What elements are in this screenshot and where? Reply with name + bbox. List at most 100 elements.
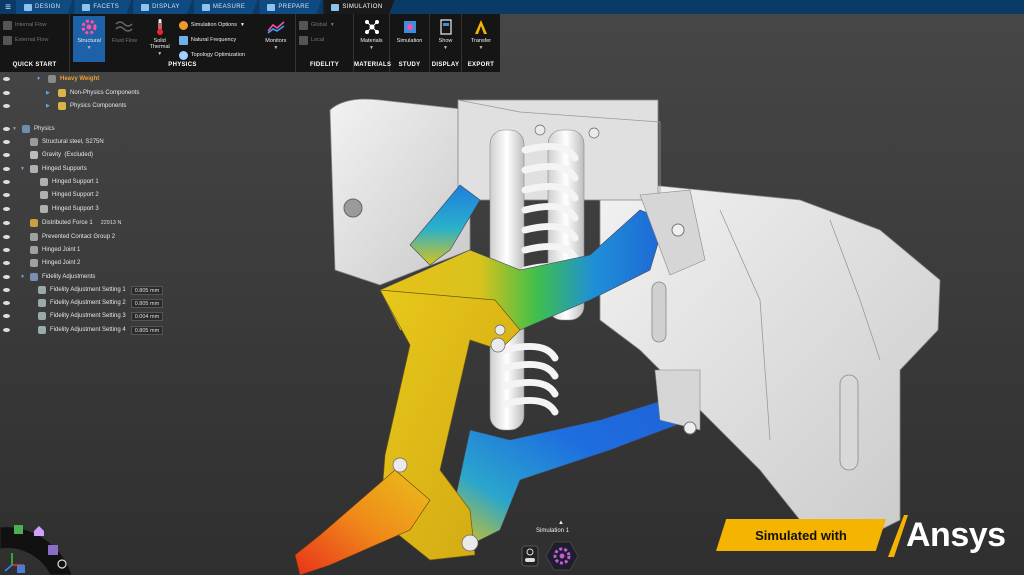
visibility-eye-icon[interactable] <box>3 180 10 184</box>
simulation-options-icon <box>178 20 188 30</box>
tree-item-non-physics[interactable]: ▶ Non-Physics Components <box>0 87 139 99</box>
tree-item-hinged-joint-1[interactable]: Hinged Joint 1 <box>0 244 80 256</box>
tree-item-gravity[interactable]: Gravity (Excluded) <box>0 149 93 161</box>
collapse-icon[interactable]: ▼ <box>20 166 25 172</box>
fidelity-setting-value[interactable]: 0.805 mm <box>130 298 164 308</box>
group-icon <box>58 89 66 97</box>
section-view-icon[interactable] <box>48 545 58 555</box>
tree-item-hinged-joint-2[interactable]: Hinged Joint 2 <box>0 257 80 269</box>
collapse-icon[interactable]: ▼ <box>12 126 17 132</box>
visibility-eye-icon[interactable] <box>3 288 10 292</box>
play-toggle-icon[interactable] <box>521 545 539 567</box>
home-view-icon[interactable] <box>34 526 44 536</box>
tree-item-hinged-supports[interactable]: ▼ Hinged Supports <box>0 163 87 175</box>
simulation-options-dropdown-icon[interactable]: ▼ <box>240 22 245 28</box>
ansys-brand-overlay: Simulated with Ansys <box>716 515 1024 559</box>
materials-dropdown-icon[interactable]: ▼ <box>369 45 374 51</box>
axis-triad-icon <box>4 553 25 573</box>
tree-item-physics-components[interactable]: ▶ Physics Components <box>0 100 126 112</box>
visibility-eye-icon[interactable] <box>3 248 10 252</box>
show-dropdown-icon[interactable]: ▼ <box>443 45 448 51</box>
visibility-eye-icon[interactable] <box>3 140 10 144</box>
tab-bar: ≡ DESIGN FACETS DISPLAY MEASURE PREPARE … <box>0 0 1024 14</box>
tree-item-material[interactable]: Structural steel, S275N <box>0 136 104 148</box>
ansys-slash-logo <box>888 515 908 557</box>
tree-item-fidelity-setting-2[interactable]: Fidelity Adjustment Setting 2 0.805 mm <box>0 297 164 309</box>
visibility-eye-icon[interactable] <box>3 301 10 305</box>
global-fidelity-button[interactable]: Global ▼ <box>299 19 335 31</box>
solid-thermal-button[interactable]: Solid Thermal ▼ <box>144 16 176 62</box>
visibility-eye-icon[interactable] <box>3 104 10 108</box>
visibility-eye-icon[interactable] <box>3 193 10 197</box>
fidelity-setting-value[interactable]: 0.004 mm <box>130 311 164 321</box>
transfer-dropdown-icon[interactable]: ▼ <box>479 45 484 51</box>
tree-item-fidelity-setting-3[interactable]: Fidelity Adjustment Setting 3 0.004 mm <box>0 310 164 322</box>
menu-icon[interactable]: ≡ <box>0 0 16 14</box>
visibility-eye-icon[interactable] <box>3 153 10 157</box>
natural-frequency-button[interactable]: Natural Frequency <box>178 34 257 46</box>
visibility-eye-icon[interactable] <box>3 328 10 332</box>
structural-dropdown-icon[interactable]: ▼ <box>87 45 92 51</box>
collapse-icon[interactable]: ▼ <box>36 76 41 82</box>
tree-item-hinged-support-2[interactable]: Hinged Support 2 <box>0 189 99 201</box>
tree-item-prevented-contact[interactable]: Prevented Contact Group 2 <box>0 231 115 243</box>
tab-display[interactable]: DISPLAY <box>133 0 192 14</box>
visibility-eye-icon[interactable] <box>3 261 10 265</box>
visibility-eye-icon[interactable] <box>3 207 10 211</box>
visibility-eye-icon[interactable] <box>3 314 10 318</box>
gravity-icon <box>30 151 38 159</box>
local-fidelity-button[interactable]: Local <box>299 34 335 46</box>
contact-icon <box>30 233 38 241</box>
topology-optimization-button[interactable]: Topology Optimization <box>178 49 257 61</box>
tree-item-physics[interactable]: ▼ Physics <box>0 123 55 135</box>
show-button[interactable]: Show ▼ <box>433 16 458 62</box>
expand-icon[interactable]: ▶ <box>46 90 50 96</box>
view-navigation-wheel[interactable] <box>0 517 75 575</box>
fidelity-icon <box>30 273 38 281</box>
simulation-gear-icon[interactable] <box>545 541 579 571</box>
materials-button[interactable]: Materials ▼ <box>357 16 386 62</box>
external-flow-button[interactable]: External Flow <box>3 34 48 46</box>
expand-icon[interactable]: ▶ <box>46 103 50 109</box>
tree-item-hinged-support-3[interactable]: Hinged Support 3 <box>0 203 99 215</box>
study-label: STUDY <box>398 62 421 68</box>
visibility-eye-icon[interactable] <box>3 221 10 225</box>
tab-simulation[interactable]: SIMULATION <box>323 0 395 14</box>
visibility-eye-icon[interactable] <box>3 77 10 81</box>
solid-thermal-dropdown-icon[interactable]: ▼ <box>157 51 162 57</box>
global-dropdown-icon[interactable]: ▼ <box>330 22 335 28</box>
tab-prepare[interactable]: PREPARE <box>259 0 322 14</box>
visibility-eye-icon[interactable] <box>3 91 10 95</box>
fluid-flow-button[interactable]: Fluid Flow <box>108 16 140 62</box>
fidelity-setting-value[interactable]: 0.805 mm <box>130 285 164 295</box>
transfer-button[interactable]: Transfer ▼ <box>465 16 497 62</box>
materials-molecule-icon <box>362 18 382 36</box>
fidelity-setting-value[interactable]: 0.805 mm <box>130 325 164 335</box>
tree-item-distributed-force[interactable]: Distributed Force 1 22913 N <box>0 217 124 229</box>
visibility-eye-icon[interactable] <box>3 275 10 279</box>
fidelity-label: FIDELITY <box>309 62 340 68</box>
visibility-eye-icon[interactable] <box>3 235 10 239</box>
tree-item-fidelity-setting-1[interactable]: Fidelity Adjustment Setting 1 0.805 mm <box>0 284 164 296</box>
monitors-dropdown-icon[interactable]: ▼ <box>273 45 278 51</box>
tab-measure[interactable]: MEASURE <box>193 0 258 14</box>
simulation-button[interactable]: Simulation <box>393 16 426 62</box>
internal-flow-button[interactable]: Internal Flow <box>3 19 48 31</box>
visibility-eye-icon[interactable] <box>3 127 10 131</box>
materials-label: MATERIALS <box>354 62 392 68</box>
collapse-icon[interactable]: ▼ <box>20 274 25 280</box>
tree-item-hinged-support-1[interactable]: Hinged Support 1 <box>0 176 99 188</box>
view-cube-icon[interactable] <box>14 525 23 534</box>
structural-button[interactable]: Structural ▼ <box>73 16 106 62</box>
simulation-options-button[interactable]: Simulation Options ▼ <box>178 19 257 31</box>
tree-item-heavy-weight[interactable]: ▼ Heavy Weight <box>0 73 99 85</box>
display-icon <box>141 3 150 11</box>
expand-up-icon[interactable]: ▲ <box>558 520 564 526</box>
tab-facets[interactable]: FACETS <box>74 0 132 14</box>
tab-design[interactable]: DESIGN <box>16 0 73 14</box>
fluid-flow-icon <box>114 18 134 36</box>
tree-item-fidelity-setting-4[interactable]: Fidelity Adjustment Setting 4 0.805 mm <box>0 324 164 336</box>
monitors-button[interactable]: Monitors ▼ <box>260 16 292 62</box>
tree-item-fidelity-adjustments[interactable]: ▼ Fidelity Adjustments <box>0 271 95 283</box>
visibility-eye-icon[interactable] <box>3 167 10 171</box>
